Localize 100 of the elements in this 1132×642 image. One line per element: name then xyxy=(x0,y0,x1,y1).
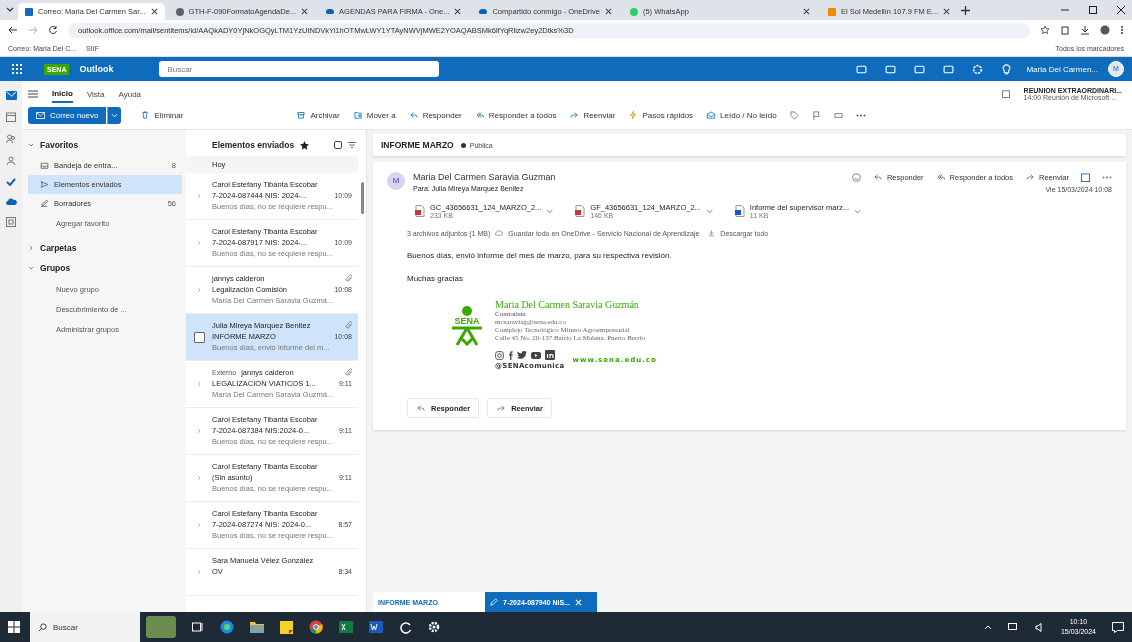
site-icon xyxy=(25,7,33,16)
ribbon-command[interactable]: Responder xyxy=(408,110,462,120)
close-icon[interactable] xyxy=(943,8,951,15)
tab-list-icon[interactable] xyxy=(6,6,14,14)
extensions-icon[interactable] xyxy=(1060,25,1070,35)
browser-icon[interactable] xyxy=(220,620,234,634)
youtube-icon xyxy=(531,351,541,359)
lightbulb-icon[interactable] xyxy=(1001,63,1013,75)
inbox-icon xyxy=(40,161,49,170)
folder-section-header[interactable]: Favoritos xyxy=(40,140,79,150)
forward-icon xyxy=(496,403,507,413)
task-view-icon[interactable] xyxy=(192,622,204,632)
toolbar-icon[interactable] xyxy=(885,63,897,75)
dropdown-button[interactable] xyxy=(107,106,122,124)
taskbar-search-field[interactable]: Buscar xyxy=(30,612,140,642)
instagram-icon xyxy=(495,350,504,360)
menu-icon[interactable] xyxy=(28,90,38,98)
chevron-icon[interactable] xyxy=(705,208,713,214)
chevron-icon[interactable] xyxy=(546,208,554,214)
more-icon[interactable] xyxy=(1102,175,1112,179)
sender-name[interactable]: Maria Del Carmen Saravia Guzman xyxy=(413,172,556,182)
calendar-icon[interactable] xyxy=(1081,172,1090,182)
emoji-icon[interactable] xyxy=(851,172,861,182)
groups-icon[interactable] xyxy=(6,156,16,166)
download-icon[interactable] xyxy=(1080,25,1090,35)
more-icon[interactable] xyxy=(855,113,866,117)
flag-icon[interactable] xyxy=(811,110,821,120)
reload-icon[interactable] xyxy=(48,25,58,35)
back-icon[interactable] xyxy=(8,25,18,35)
sticky-note-icon[interactable] xyxy=(280,620,293,634)
chevron-icon[interactable] xyxy=(28,245,34,251)
user-name[interactable]: Maria Del Carmen... xyxy=(1026,64,1098,74)
people-icon[interactable] xyxy=(6,134,16,144)
ribbon-command[interactable]: Pasos rápidos xyxy=(628,110,694,120)
ribbon-command[interactable]: Reenviar xyxy=(569,110,616,120)
close-icon[interactable] xyxy=(454,8,462,15)
ribbon-command[interactable]: Eliminar xyxy=(140,110,184,120)
select-icon[interactable] xyxy=(334,141,342,149)
check-icon[interactable] xyxy=(6,178,16,186)
chevron-icon[interactable] xyxy=(28,265,34,271)
chevron-icon[interactable] xyxy=(28,142,34,148)
ribbon-tab[interactable]: Ayuda xyxy=(118,86,142,102)
folder-icon[interactable] xyxy=(250,621,264,633)
close-icon[interactable] xyxy=(150,8,158,15)
new-mail-button[interactable]: Correo nuevo xyxy=(28,106,107,124)
reply-all-icon xyxy=(935,172,946,182)
maximize-icon[interactable] xyxy=(1088,5,1098,15)
reply-icon xyxy=(416,403,426,413)
toolbar-icon[interactable] xyxy=(943,63,955,75)
document-icon[interactable] xyxy=(369,621,383,633)
lightning-icon xyxy=(628,110,639,120)
ribbon-tab[interactable]: Inicio xyxy=(52,85,73,103)
pencil-icon xyxy=(490,598,498,606)
scrollbar[interactable] xyxy=(361,182,364,214)
ribbon-tab[interactable]: Vista xyxy=(86,86,105,102)
more-icon[interactable] xyxy=(1120,25,1124,35)
file-icon xyxy=(575,205,586,217)
toolbar-icon[interactable] xyxy=(914,63,926,75)
ribbon-command[interactable]: Leído / No leído xyxy=(706,110,777,120)
apps-icon[interactable] xyxy=(6,217,16,227)
linkedin-icon xyxy=(545,350,555,360)
filter-icon[interactable] xyxy=(348,142,356,148)
refresh-icon[interactable] xyxy=(399,620,412,634)
file-icon xyxy=(734,205,745,217)
toolbar-icon[interactable] xyxy=(856,63,868,75)
close-icon[interactable] xyxy=(301,8,309,15)
calendar-icon[interactable] xyxy=(6,112,16,122)
ribbon-command[interactable]: Responder a todos xyxy=(474,110,557,120)
folder-section-header[interactable]: Carpetas xyxy=(40,243,77,253)
folder-section-header[interactable]: Grupos xyxy=(40,263,71,273)
close-icon[interactable] xyxy=(802,8,810,15)
app-launcher-icon[interactable] xyxy=(12,64,22,74)
print-icon[interactable] xyxy=(833,110,843,120)
chevron-icon[interactable] xyxy=(854,208,862,214)
ribbon-command[interactable]: Mover a xyxy=(352,110,396,120)
windows-start-icon[interactable] xyxy=(8,621,20,633)
reply-icon xyxy=(408,110,419,120)
envelope-icon xyxy=(706,110,717,120)
network-icon[interactable] xyxy=(1007,622,1019,632)
close-icon[interactable] xyxy=(604,8,612,15)
new-tab-icon[interactable] xyxy=(961,5,971,15)
chevron-up-icon[interactable] xyxy=(983,624,992,630)
ribbon-command[interactable]: Archivar xyxy=(296,110,340,120)
profile-icon[interactable] xyxy=(1100,25,1110,35)
mail-icon[interactable] xyxy=(5,91,17,100)
file-icon xyxy=(415,205,425,217)
speaker-icon[interactable] xyxy=(1034,622,1045,632)
notifications-icon[interactable] xyxy=(1112,621,1124,633)
close-icon[interactable] xyxy=(1116,5,1126,15)
cloud-icon[interactable] xyxy=(5,198,17,205)
checkbox[interactable] xyxy=(193,331,205,343)
star-icon[interactable] xyxy=(1040,25,1050,35)
sena-logo: SENA xyxy=(447,305,487,370)
star-icon[interactable] xyxy=(300,140,310,150)
message-paragraph: Buenos días, envió informe del mes de marzo, para su respectiva revisión. xyxy=(407,251,673,260)
settings-icon[interactable] xyxy=(428,621,440,633)
spreadsheet-icon[interactable] xyxy=(339,621,353,633)
search-field[interactable]: Buscar xyxy=(159,61,440,77)
mail-icon xyxy=(36,111,45,119)
chrome-icon[interactable] xyxy=(309,620,323,634)
